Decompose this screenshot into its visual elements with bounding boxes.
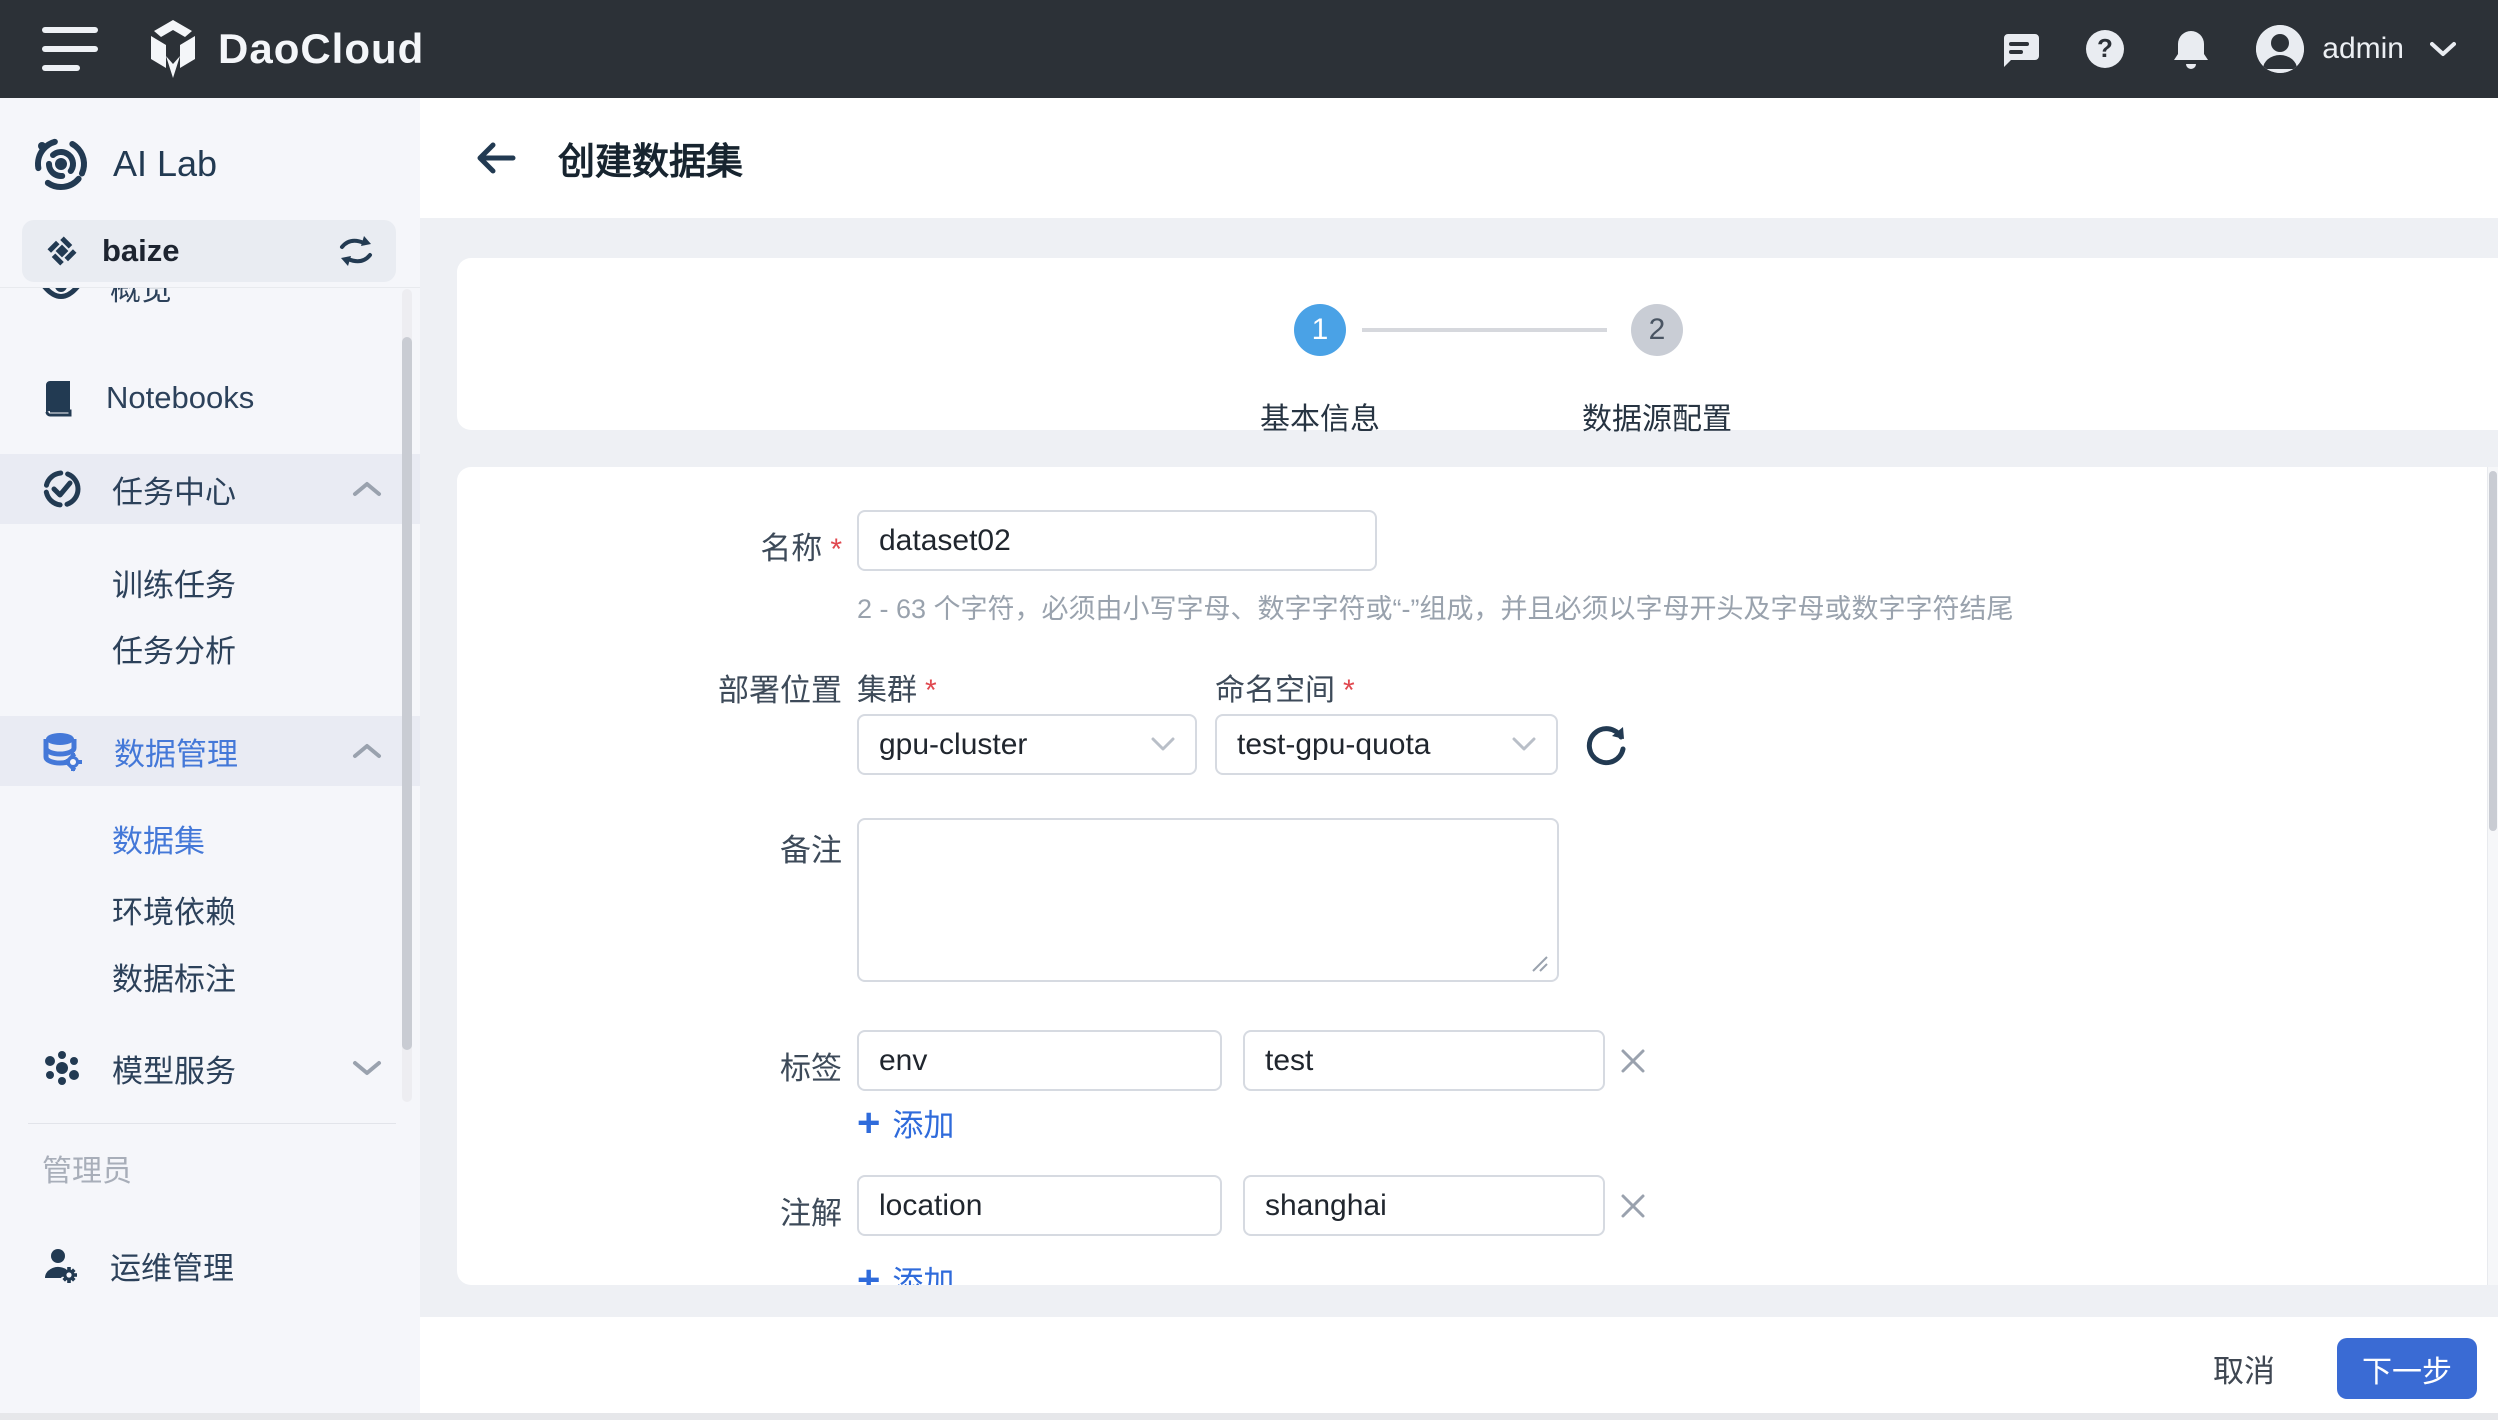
eye-icon xyxy=(42,288,80,301)
sidebar-item-task-analysis[interactable]: 任务分析 xyxy=(0,616,420,680)
labels-label: 标签 xyxy=(780,1051,842,1086)
user-name[interactable]: admin xyxy=(2322,32,2404,66)
notebook-icon xyxy=(42,379,76,417)
task-center-icon xyxy=(42,469,82,509)
sidebar-item-overview[interactable]: 概览 xyxy=(0,288,420,318)
cluster-label: 集群 * xyxy=(857,674,937,707)
avatar-icon[interactable] xyxy=(2256,25,2305,73)
sidebar-item-ops-management[interactable]: 运维管理 xyxy=(0,1233,420,1297)
hamburger-menu-icon[interactable] xyxy=(42,27,98,71)
remove-annotation-close-icon[interactable] xyxy=(1615,1188,1651,1224)
namespace-select[interactable]: test-gpu-quota xyxy=(1215,714,1558,775)
sidebar-section-admin: 管理员 xyxy=(42,1155,132,1188)
sidebar-nav: 概览 Notebooks 任务中心 训练任务 任务分析 数据管理 数据集 环境依… xyxy=(0,287,420,1200)
required-asterisk: * xyxy=(830,533,842,566)
notification-bell-icon[interactable] xyxy=(2170,28,2212,70)
required-asterisk: * xyxy=(1343,674,1355,707)
svg-text:?: ? xyxy=(2097,33,2113,63)
select-chevron-icon xyxy=(1512,737,1536,752)
remark-label: 备注 xyxy=(780,833,842,868)
brand-name: DaoCloud xyxy=(218,25,425,72)
name-input[interactable] xyxy=(857,510,1377,571)
user-gear-icon xyxy=(42,1246,80,1284)
chevron-up-icon[interactable] xyxy=(352,480,382,498)
name-hint: 2 - 63 个字符，必须由小写字母、数字字符或“-”组成，并且必须以字母开头及… xyxy=(857,594,2014,624)
add-label-button[interactable]: + 添加 xyxy=(857,1100,954,1145)
step-1-label: 基本信息 xyxy=(1260,403,1380,436)
topbar: DaoCloud ? admin xyxy=(0,0,2498,98)
required-asterisk: * xyxy=(925,674,937,707)
sidebar-item-training-tasks[interactable]: 训练任务 xyxy=(0,550,420,614)
remark-textarea[interactable] xyxy=(857,818,1559,982)
sidebar-item-data-annotation[interactable]: 数据标注 xyxy=(0,944,420,1008)
cancel-button[interactable]: 取消 xyxy=(2213,1346,2275,1391)
sidebar-item-notebooks[interactable]: Notebooks xyxy=(0,366,420,430)
topbar-actions: ? admin xyxy=(1954,25,2456,73)
brand[interactable]: DaoCloud xyxy=(144,18,424,80)
footer-action-bar: 取消 下一步 xyxy=(420,1317,2498,1420)
form-scrollbar-thumb[interactable] xyxy=(2489,471,2497,831)
select-chevron-icon xyxy=(1151,737,1175,752)
workspace-switch-icon[interactable] xyxy=(338,235,374,267)
chevron-down-icon[interactable] xyxy=(352,1059,382,1077)
step-1-indicator: 1 xyxy=(1294,304,1346,356)
plus-icon: + xyxy=(857,1257,881,1286)
name-label: 名称 * xyxy=(760,531,842,566)
refresh-icon[interactable] xyxy=(1585,723,1629,767)
annotations-label: 注解 xyxy=(780,1196,842,1231)
label-value-input[interactable] xyxy=(1243,1030,1605,1091)
sidebar-item-env-dependencies[interactable]: 环境依赖 xyxy=(0,877,420,941)
workspace-diamond-icon xyxy=(44,233,80,269)
step-2-label: 数据源配置 xyxy=(1582,403,1732,436)
horizontal-scrollbar-track[interactable] xyxy=(0,1413,2498,1420)
plus-icon: + xyxy=(857,1100,881,1145)
back-arrow-icon[interactable] xyxy=(476,142,516,174)
next-step-button[interactable]: 下一步 xyxy=(2337,1338,2477,1399)
annotation-key-input[interactable] xyxy=(857,1175,1222,1236)
namespace-label: 命名空间 * xyxy=(1215,674,1355,707)
database-gear-icon xyxy=(42,730,84,772)
chevron-up-icon[interactable] xyxy=(352,742,382,760)
basic-info-form: 名称* 2 - 63 个字符，必须由小写字母、数字字符或“-”组成，并且必须以字… xyxy=(457,467,2498,1285)
help-icon[interactable]: ? xyxy=(2084,28,2126,70)
remove-label-close-icon[interactable] xyxy=(1615,1043,1651,1079)
annotation-value-input[interactable] xyxy=(1243,1175,1605,1236)
sidebar-item-task-center[interactable]: 任务中心 xyxy=(0,454,420,524)
sidebar-divider xyxy=(28,1123,396,1124)
step-connector xyxy=(1362,328,1607,332)
workspace-name: baize xyxy=(102,233,180,268)
label-key-input[interactable] xyxy=(857,1030,1222,1091)
sidebar-item-data-management[interactable]: 数据管理 xyxy=(0,716,420,786)
product-header: AI Lab xyxy=(0,98,420,192)
ai-lab-icon xyxy=(33,136,89,192)
stepper: 1 2 基本信息 数据源配置 xyxy=(457,258,2498,436)
page-title: 创建数据集 xyxy=(558,141,743,182)
workspace-selector[interactable]: baize xyxy=(22,220,396,282)
sidebar-scrollbar-thumb[interactable] xyxy=(402,337,412,1050)
message-icon[interactable] xyxy=(1998,28,2040,70)
brand-cube-icon xyxy=(144,18,202,80)
deploy-location-label: 部署位置 xyxy=(718,673,842,708)
product-title: AI Lab xyxy=(113,143,218,184)
main-content: 创建数据集 1 2 基本信息 数据源配置 名称* 2 - 63 个字符，必须由小… xyxy=(420,98,2498,1420)
chevron-down-icon[interactable] xyxy=(2430,41,2456,57)
add-annotation-button[interactable]: + 添加 xyxy=(857,1257,954,1286)
page-header: 创建数据集 xyxy=(420,98,2498,218)
cluster-select[interactable]: gpu-cluster xyxy=(857,714,1197,775)
model-service-icon xyxy=(42,1048,82,1088)
sidebar-item-datasets[interactable]: 数据集 xyxy=(0,806,420,870)
sidebar: AI Lab baize 概览 Notebooks 任务中心 训练任务 任务分析… xyxy=(0,98,420,1420)
sidebar-item-model-services[interactable]: 模型服务 xyxy=(0,1033,420,1103)
step-2-indicator: 2 xyxy=(1631,304,1683,356)
